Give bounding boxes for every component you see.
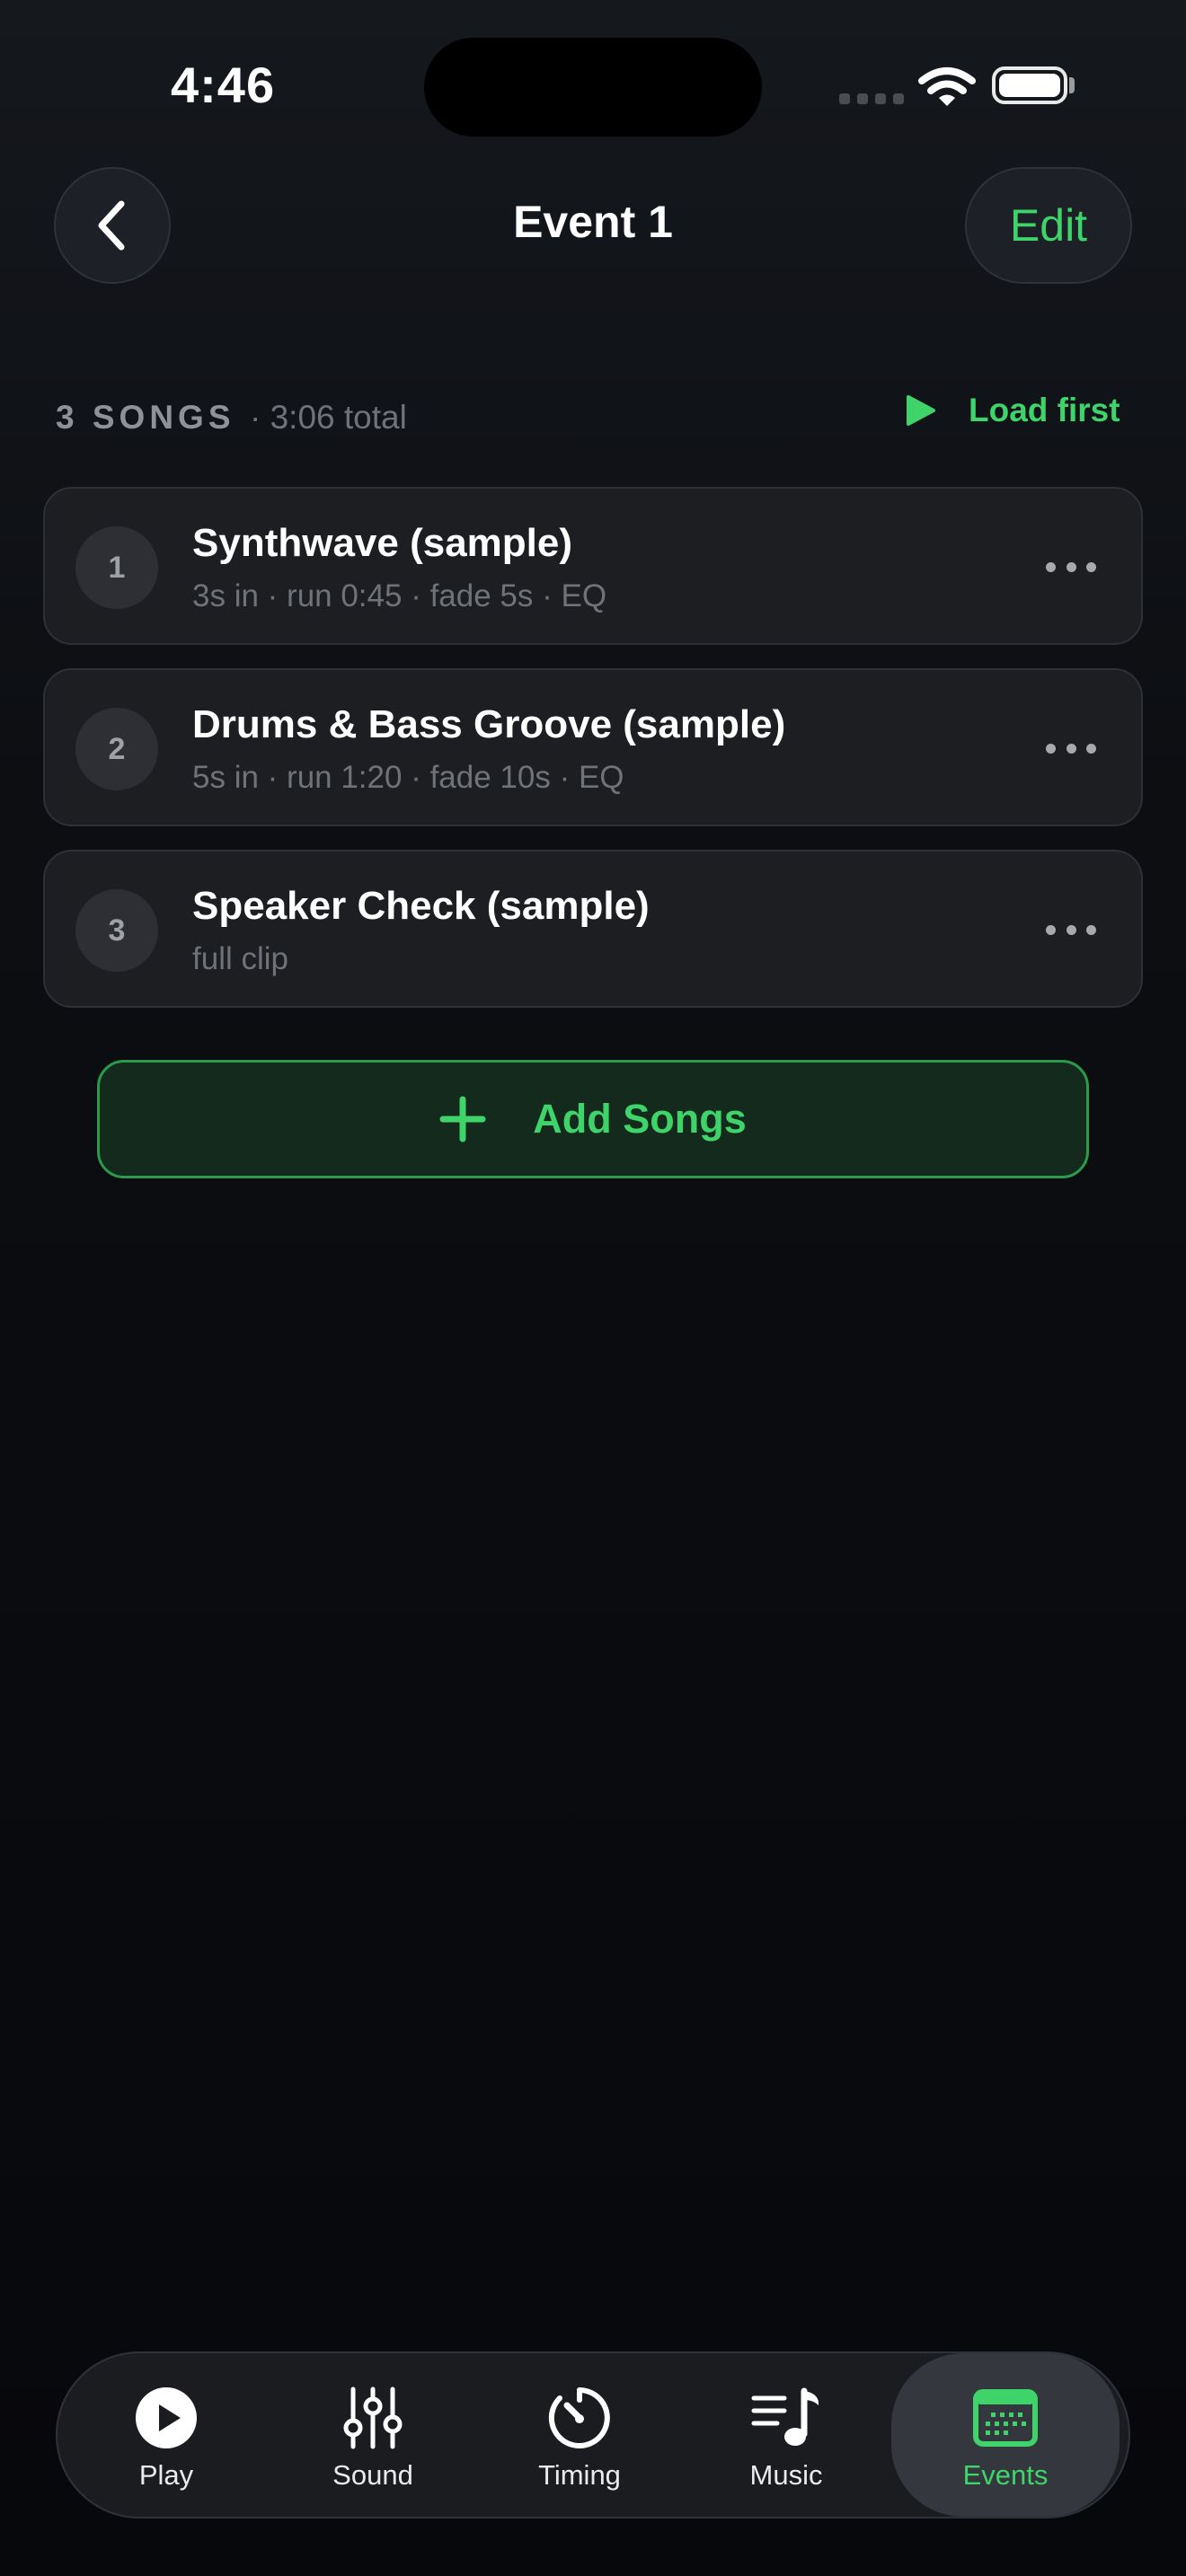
sliders-icon <box>343 2386 403 2449</box>
edit-button[interactable]: Edit <box>965 167 1132 284</box>
tab-sound[interactable]: Sound <box>305 2353 440 2517</box>
more-options-icon[interactable] <box>1046 907 1096 952</box>
tab-music[interactable]: Music <box>719 2353 854 2517</box>
tab-label: Play <box>138 2459 194 2491</box>
song-count-label: 3 SONGS <box>56 399 235 436</box>
add-songs-button[interactable]: Add Songs <box>97 1060 1089 1178</box>
song-title: Speaker Check (sample) <box>192 884 650 928</box>
song-row[interactable]: 3 Speaker Check (sample) full clip <box>43 850 1143 1008</box>
wifi-icon <box>918 67 976 106</box>
tab-timing[interactable]: Timing <box>512 2353 647 2517</box>
load-first-button[interactable]: Load first <box>906 392 1120 429</box>
tab-play[interactable]: Play <box>99 2353 234 2517</box>
tab-label: Events <box>962 2459 1049 2491</box>
song-title: Synthwave (sample) <box>192 521 573 565</box>
calendar-icon <box>973 2389 1038 2447</box>
song-number-badge: 1 <box>75 526 158 609</box>
tab-events[interactable]: Events <box>891 2353 1120 2517</box>
load-first-label: Load first <box>969 392 1120 428</box>
status-time: 4:46 <box>171 57 276 113</box>
cellular-signal-icon <box>839 93 904 104</box>
plus-icon <box>439 1096 486 1142</box>
song-number-badge: 3 <box>75 889 158 972</box>
more-options-icon[interactable] <box>1046 726 1096 771</box>
tab-label: Timing <box>538 2459 621 2491</box>
song-row[interactable]: 2 Drums & Bass Groove (sample) 5s in · r… <box>43 668 1143 826</box>
play-icon <box>907 395 935 426</box>
battery-tip <box>1069 77 1075 93</box>
song-meta: full clip <box>192 941 288 976</box>
timer-icon <box>548 2387 610 2448</box>
battery-icon <box>992 66 1067 104</box>
song-title: Drums & Bass Groove (sample) <box>192 702 786 746</box>
dynamic-island <box>424 38 762 137</box>
song-meta: 3s in · run 0:45 · fade 5s · EQ <box>192 578 607 613</box>
music-list-icon <box>751 2387 819 2446</box>
total-duration-label: · 3:06 total <box>250 399 407 436</box>
add-songs-label: Add Songs <box>533 1096 747 1142</box>
song-number-badge: 2 <box>75 708 158 790</box>
song-row[interactable]: 1 Synthwave (sample) 3s in · run 0:45 · … <box>43 487 1143 645</box>
tab-label: Music <box>749 2459 823 2491</box>
play-circle-icon <box>136 2387 197 2448</box>
tab-bar: Play Sound Timing Music Events <box>56 2351 1130 2519</box>
song-meta: 5s in · run 1:20 · fade 10s · EQ <box>192 760 624 795</box>
tab-label: Sound <box>332 2459 413 2491</box>
more-options-icon[interactable] <box>1046 544 1096 589</box>
